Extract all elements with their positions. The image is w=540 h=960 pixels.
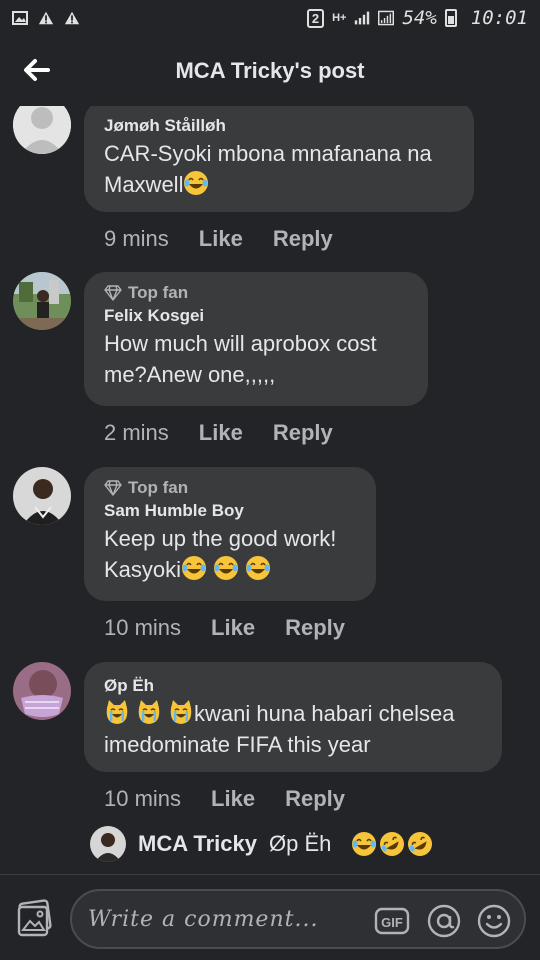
like-button[interactable]: Like <box>199 226 243 252</box>
comment-meta: 10 mins Like Reply <box>104 615 345 641</box>
laugh-tears-emoji-icon <box>184 171 209 195</box>
comment-input[interactable]: Write a comment... GIF <box>70 889 526 949</box>
comment-line: Keep up the good work! <box>104 526 337 551</box>
reply-button[interactable]: Reply <box>285 615 345 641</box>
status-bar: 2 H+ 54% 10:01 <box>0 0 540 36</box>
top-fan-badge: Top fan <box>104 477 356 499</box>
comment-author[interactable]: Sam Humble Boy <box>104 499 356 523</box>
mention-icon[interactable] <box>426 903 462 939</box>
signal-icon <box>354 10 370 26</box>
reply-text: Øp Ëh <box>269 831 332 856</box>
comment-line: How much will aprobox cost <box>104 331 377 356</box>
image-notification-icon <box>12 10 28 26</box>
rofl-emoji-icon <box>380 832 405 856</box>
avatar[interactable] <box>13 272 71 330</box>
diamond-icon <box>104 285 122 301</box>
clock: 10:01 <box>470 7 528 29</box>
comment-time: 10 mins <box>104 615 182 640</box>
rofl-emoji-icon <box>408 832 433 856</box>
comment-text: kwani huna habari chelsea imedominate FI… <box>104 698 482 760</box>
comment-bubble[interactable]: Top fan Felix Kosgei How much will aprob… <box>84 272 428 406</box>
battery-percent: 54% <box>402 7 437 29</box>
comment-line: Maxwell <box>104 172 184 197</box>
comment-author[interactable]: Jømøh Ståilløh <box>104 114 454 138</box>
comment-line: imedominate FIFA this year <box>104 732 371 757</box>
top-fan-badge: Top fan <box>104 282 408 304</box>
top-fan-label: Top fan <box>128 283 189 302</box>
avatar[interactable] <box>13 662 71 720</box>
comment-line: Kasyoki <box>104 557 182 582</box>
reply-author[interactable]: MCA Tricky <box>138 831 257 857</box>
cat-tears-emoji-icon <box>106 700 128 724</box>
cat-tears-emoji-icon <box>138 700 160 724</box>
laugh-tears-emoji-icon <box>352 832 377 856</box>
comment-list[interactable]: Jømøh Ståilløh CAR-Syoki mbona mnafanana… <box>0 106 540 874</box>
emoji-icon[interactable] <box>476 903 512 939</box>
top-fan-label: Top fan <box>128 478 189 497</box>
reply-button[interactable]: Reply <box>273 420 333 446</box>
reply-emojis <box>351 831 433 857</box>
network-type: H+ <box>332 12 347 24</box>
laugh-tears-emoji-icon <box>182 556 207 580</box>
gif-label: GIF <box>381 915 403 930</box>
page-title: MCA Tricky's post <box>175 58 365 83</box>
comment-text: Keep up the good work! Kasyoki <box>104 523 356 585</box>
diamond-icon <box>104 480 122 496</box>
sim-badge: 2 <box>306 8 325 28</box>
cat-tears-emoji-icon <box>170 700 192 724</box>
photo-icon[interactable] <box>16 899 54 937</box>
gif-button[interactable]: GIF <box>374 903 410 939</box>
comment-meta: 10 mins Like Reply <box>104 786 345 812</box>
comment-author[interactable]: Felix Kosgei <box>104 304 408 328</box>
comment-bubble[interactable]: Øp Ëh kwani huna habari chelsea imedomin… <box>84 662 502 772</box>
comment-time: 9 mins <box>104 226 169 251</box>
warning-icon <box>64 10 80 26</box>
reply-preview[interactable]: MCA Tricky Øp Ëh <box>90 826 433 862</box>
laugh-tears-emoji-icon <box>246 556 271 580</box>
comment-meta: 2 mins Like Reply <box>104 420 333 446</box>
comment-line: kwani huna habari chelsea <box>194 701 455 726</box>
header: MCA Tricky's post <box>0 36 540 106</box>
signal-icon <box>378 10 395 26</box>
comment-bubble[interactable]: Top fan Sam Humble Boy Keep up the good … <box>84 467 376 601</box>
avatar[interactable] <box>13 106 71 154</box>
comment-text: CAR-Syoki mbona mnafanana na Maxwell <box>104 138 454 200</box>
comment-meta: 9 mins Like Reply <box>104 226 333 252</box>
warning-icon <box>38 10 54 26</box>
comment-line: CAR-Syoki mbona mnafanana na <box>104 141 432 166</box>
comment-composer: Write a comment... GIF <box>0 874 540 960</box>
like-button[interactable]: Like <box>211 786 255 812</box>
comment-author[interactable]: Øp Ëh <box>104 674 482 698</box>
reply-button[interactable]: Reply <box>285 786 345 812</box>
reply-button[interactable]: Reply <box>273 226 333 252</box>
back-arrow-icon[interactable] <box>20 54 52 86</box>
like-button[interactable]: Like <box>211 615 255 641</box>
laugh-tears-emoji-icon <box>214 556 239 580</box>
avatar[interactable] <box>90 826 126 862</box>
comment-line: me?Anew one,,,,, <box>104 362 276 387</box>
comment-text: How much will aprobox cost me?Anew one,,… <box>104 328 408 390</box>
comment-bubble[interactable]: Jømøh Ståilløh CAR-Syoki mbona mnafanana… <box>84 106 474 212</box>
comment-time: 2 mins <box>104 420 169 445</box>
comment-input-placeholder: Write a comment... <box>88 907 319 932</box>
comment-time: 10 mins <box>104 786 182 811</box>
avatar[interactable] <box>13 467 71 525</box>
battery-icon <box>444 9 457 27</box>
like-button[interactable]: Like <box>199 420 243 446</box>
